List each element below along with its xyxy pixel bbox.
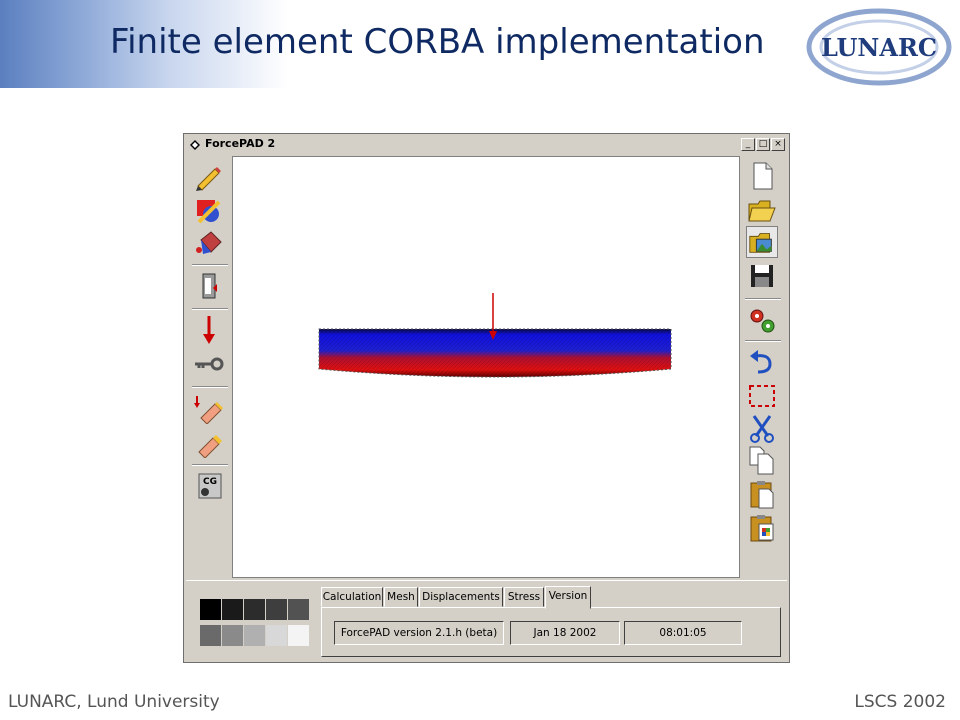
right-toolbar xyxy=(741,156,785,578)
eraser-icon[interactable] xyxy=(193,426,225,458)
force-eraser-icon[interactable] xyxy=(193,392,225,424)
fem-beam-plot xyxy=(318,293,672,378)
open-image-icon[interactable] xyxy=(746,226,778,258)
tab-version[interactable]: Version xyxy=(545,586,591,609)
logo-text: LUNARC xyxy=(821,33,937,62)
window-titlebar[interactable]: ForcePAD 2 _ □ × xyxy=(186,136,787,154)
toolbar-separator xyxy=(745,298,781,300)
palette-swatch[interactable] xyxy=(288,625,309,646)
forcepad-window: ForcePAD 2 _ □ × CG Calculation Mesh Dis… xyxy=(183,133,790,663)
force-arrow-icon[interactable] xyxy=(193,314,225,346)
run-calculation-icon[interactable] xyxy=(746,304,778,336)
palette-swatch[interactable] xyxy=(222,599,243,620)
palette-swatch[interactable] xyxy=(200,599,221,620)
toolbar-separator xyxy=(745,340,781,342)
version-panel: ForcePAD version 2.1.h (beta) Jan 18 200… xyxy=(321,607,781,657)
toolbar-separator xyxy=(192,464,228,466)
paint-bucket-icon[interactable] xyxy=(193,226,225,258)
close-button[interactable]: × xyxy=(771,138,785,151)
bottom-panel: Calculation Mesh Displacements Stress Ve… xyxy=(186,580,787,661)
paste-special-icon[interactable] xyxy=(746,512,778,544)
footer-event: LSCS 2002 xyxy=(854,692,946,712)
toolbar-separator xyxy=(192,264,228,266)
version-field: ForcePAD version 2.1.h (beta) xyxy=(334,621,504,645)
paste-icon[interactable] xyxy=(746,478,778,510)
toolbar-separator xyxy=(192,386,228,388)
palette-swatch[interactable] xyxy=(244,625,265,646)
select-rectangle-icon[interactable] xyxy=(746,380,778,412)
footer-affiliation: LUNARC, Lund University xyxy=(8,692,220,712)
tab-calculation[interactable]: Calculation xyxy=(321,587,383,607)
time-field: 08:01:05 xyxy=(624,621,742,645)
svg-text:CG: CG xyxy=(203,477,217,487)
lunarc-logo: LUNARC xyxy=(806,8,952,86)
palette-swatch[interactable] xyxy=(288,599,309,620)
tab-displacements[interactable]: Displacements xyxy=(419,587,503,607)
key-icon[interactable] xyxy=(193,348,225,380)
new-file-icon[interactable] xyxy=(746,160,778,192)
toolbar-separator xyxy=(192,308,228,310)
beam-mesh xyxy=(318,328,672,378)
save-icon[interactable] xyxy=(746,260,778,292)
open-folder-icon[interactable] xyxy=(746,194,778,226)
slide-title: Finite element CORBA implementation xyxy=(110,22,765,62)
shape-fill-icon[interactable] xyxy=(193,194,225,226)
pencil-icon[interactable] xyxy=(193,160,225,192)
tab-mesh[interactable]: Mesh xyxy=(384,587,418,607)
palette-swatch[interactable] xyxy=(244,599,265,620)
date-field: Jan 18 2002 xyxy=(510,621,620,645)
copy-icon[interactable] xyxy=(746,444,778,476)
palette-swatch[interactable] xyxy=(200,625,221,646)
palette-swatch[interactable] xyxy=(266,599,287,620)
palette-swatch[interactable] xyxy=(266,625,287,646)
tab-stress[interactable]: Stress xyxy=(504,587,544,607)
undo-icon[interactable] xyxy=(746,346,778,378)
palette-swatch[interactable] xyxy=(222,625,243,646)
maximize-button[interactable]: □ xyxy=(756,138,770,151)
forcepad-app-icon xyxy=(190,140,200,150)
constraint-icon[interactable] xyxy=(193,270,225,302)
minimize-button[interactable]: _ xyxy=(741,138,755,151)
cut-icon[interactable] xyxy=(746,412,778,444)
left-toolbar: CG xyxy=(188,156,232,578)
center-of-gravity-icon[interactable]: CG xyxy=(193,470,225,502)
window-title: ForcePAD 2 xyxy=(205,137,276,150)
drawing-canvas[interactable] xyxy=(232,156,740,578)
